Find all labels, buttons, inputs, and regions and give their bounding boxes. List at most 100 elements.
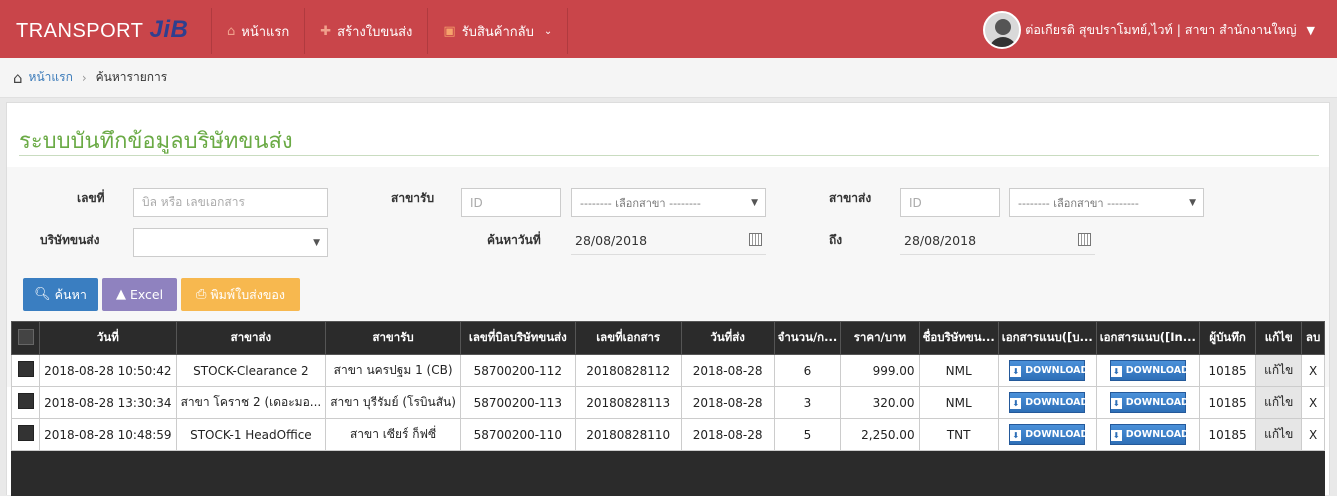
doc-no-label: เลขที่ (77, 191, 105, 205)
delete-button[interactable]: X (1301, 418, 1325, 451)
table-row[interactable]: 2018-08-28 10:50:42 STOCK-Clearance 2 สา… (10, 354, 1325, 387)
cell-price: 999.00 (840, 354, 920, 387)
select-arrow-icon: ▼ (1189, 198, 1196, 208)
download-label: DOWNLOAD (1125, 397, 1189, 408)
edit-button[interactable]: แก้ไข (1255, 354, 1303, 387)
download-label: DOWNLOAD (1025, 429, 1089, 440)
date-from-value: 28/08/2018 (575, 232, 648, 248)
row-checkbox[interactable] (10, 418, 41, 451)
col-delete[interactable]: ลบ (1301, 321, 1325, 355)
flask-icon: ▲ (115, 287, 126, 302)
calendar-icon[interactable] (749, 233, 762, 246)
avatar (983, 11, 1022, 49)
cell-qty: 5 (773, 418, 842, 451)
cell-user: 10185 (1198, 354, 1257, 387)
download-icon: ⬇ (1110, 366, 1122, 377)
doc-no-input[interactable]: บิล หรือ เลขเอกสาร (133, 188, 328, 217)
col-company[interactable]: ชื่อบริษัทขน... (918, 321, 999, 355)
col-date[interactable]: วันที่ (39, 321, 177, 355)
download-button[interactable]: ⬇ DOWNLOAD (1109, 360, 1189, 381)
date-to-input[interactable]: 28/08/2018 (900, 226, 1095, 255)
col-send-branch[interactable]: สาขาส่ง (175, 321, 327, 355)
cell-date: 2018-08-28 10:48:59 (39, 418, 177, 451)
col-qty[interactable]: จำนวน/ก... (773, 321, 842, 355)
recv-branch-select-value: -------- เลือกสาขา -------- (580, 196, 701, 210)
download-button[interactable]: ⬇ DOWNLOAD (1109, 392, 1189, 413)
select-all-checkbox[interactable] (10, 321, 41, 355)
download-icon: ⬇ (1010, 398, 1022, 409)
send-branch-id-input[interactable]: ID (900, 188, 1000, 217)
cell-send-branch: สาขา โคราช 2 (เดอะมอ... (175, 386, 327, 419)
print-button[interactable]: ⎙ พิมพ์ใบส่งของ (181, 278, 300, 311)
date-to-label: ถึง (829, 233, 843, 247)
download-button[interactable]: ⬇ DOWNLOAD (1109, 424, 1189, 445)
cell-attach-invoice: ⬇ DOWNLOAD (1095, 354, 1200, 387)
calendar-icon[interactable] (1078, 233, 1091, 246)
caret-down-icon: ▼ (1306, 23, 1315, 37)
table-row[interactable]: 2018-08-28 13:30:34 สาขา โคราช 2 (เดอะมอ… (10, 386, 1325, 419)
nav-return-goods[interactable]: ▣ รับสินค้ากลับ ⌄ (427, 8, 569, 54)
nav-create-shipment-label: สร้างใบขนส่ง (337, 24, 413, 40)
col-ship-date[interactable]: วันที่ส่ง (680, 321, 775, 355)
download-button[interactable]: ⬇ DOWNLOAD (1009, 360, 1089, 381)
brand-logo[interactable]: TRANSPORT JiB (16, 16, 188, 44)
cell-recv-branch: สาขา เซียร์ ก็ฟซี่ (325, 418, 461, 451)
cell-doc-no: 20180828110 (574, 418, 682, 451)
col-price[interactable]: ราคา/บาท (840, 321, 920, 355)
edit-button[interactable]: แก้ไข (1255, 386, 1303, 419)
cell-price: 2,250.00 (840, 418, 920, 451)
company-select[interactable]: ▼ (133, 228, 328, 257)
date-from-input[interactable]: 28/08/2018 (571, 226, 766, 255)
cell-doc-no: 20180828113 (574, 386, 682, 419)
edit-button[interactable]: แก้ไข (1255, 418, 1303, 451)
cell-attach-invoice: ⬇ DOWNLOAD (1095, 386, 1200, 419)
cell-attach-bill: ⬇ DOWNLOAD (997, 354, 1097, 387)
col-edit[interactable]: แก้ไข (1255, 321, 1303, 355)
date-from-label: ค้นหาวันที่ (487, 233, 541, 247)
main-panel: ระบบบันทึกข้อมูลบริษัทขนส่ง เลขที่ บิล ห… (6, 102, 1330, 496)
table-row[interactable]: 2018-08-28 10:48:59 STOCK-1 HeadOffice ส… (10, 418, 1325, 451)
home-icon: ⌂ (13, 68, 23, 87)
nav-home[interactable]: ⌂ หน้าแรก (211, 8, 306, 54)
send-branch-select-value: -------- เลือกสาขา -------- (1018, 196, 1139, 210)
delete-button[interactable]: X (1301, 386, 1325, 419)
col-recv-branch[interactable]: สาขารับ (325, 321, 461, 355)
cell-recv-branch: สาขา บุรีรัมย์ (โรบินสัน) (325, 386, 461, 419)
download-label: DOWNLOAD (1025, 365, 1089, 376)
cell-send-branch: STOCK-1 HeadOffice (175, 418, 327, 451)
recv-branch-id-input[interactable]: ID (461, 188, 561, 217)
row-checkbox[interactable] (10, 354, 41, 387)
date-to-value: 28/08/2018 (904, 232, 977, 248)
delete-button[interactable]: X (1301, 354, 1325, 387)
table-header-row: วันที่ สาขาส่ง สาขารับ เลขที่บิลบริษัทขน… (10, 321, 1325, 355)
nav-return-goods-label: รับสินค้ากลับ (461, 24, 534, 40)
cell-bill-no: 58700200-110 (459, 418, 576, 451)
cell-attach-invoice: ⬇ DOWNLOAD (1095, 418, 1200, 451)
cell-ship-date: 2018-08-28 (680, 418, 775, 451)
cell-date: 2018-08-28 13:30:34 (39, 386, 177, 419)
col-doc-no[interactable]: เลขที่เอกสาร (574, 321, 682, 355)
download-button[interactable]: ⬇ DOWNLOAD (1009, 392, 1088, 413)
nav-create-shipment[interactable]: ✚ สร้างใบขนส่ง (304, 8, 429, 54)
send-branch-select[interactable]: -------- เลือกสาขา -------- ▼ (1009, 188, 1204, 217)
recv-branch-select[interactable]: -------- เลือกสาขา -------- ▼ (571, 188, 766, 217)
user-menu[interactable]: ต่อเกียรติ สุขปราโมทย์,ไวท์ | สาขา สำนัก… (983, 10, 1315, 50)
row-checkbox[interactable] (10, 386, 41, 419)
select-arrow-icon: ▼ (313, 238, 320, 248)
cell-doc-no: 20180828112 (574, 354, 682, 387)
plus-icon: ✚ (320, 23, 332, 39)
col-attach-invoice[interactable]: เอกสารแนบ([In... (1095, 321, 1200, 355)
col-user[interactable]: ผู้บันทึก (1198, 321, 1257, 355)
excel-button[interactable]: ▲ Excel (102, 278, 177, 311)
breadcrumb-home-link[interactable]: หน้าแรก (29, 68, 73, 87)
download-button[interactable]: ⬇ DOWNLOAD (1009, 424, 1089, 445)
title-divider (19, 155, 1319, 156)
company-label: บริษัทขนส่ง (40, 233, 100, 247)
cell-date: 2018-08-28 10:50:42 (39, 354, 177, 387)
col-attach-bill[interactable]: เอกสารแนบ([บ... (997, 321, 1097, 355)
col-bill-no[interactable]: เลขที่บิลบริษัทขนส่ง (459, 321, 576, 355)
download-label: DOWNLOAD (1125, 365, 1189, 376)
cell-company: TNT (918, 418, 999, 451)
search-button[interactable]: 🔍︎ ค้นหา (23, 278, 98, 311)
cell-ship-date: 2018-08-28 (680, 354, 775, 387)
